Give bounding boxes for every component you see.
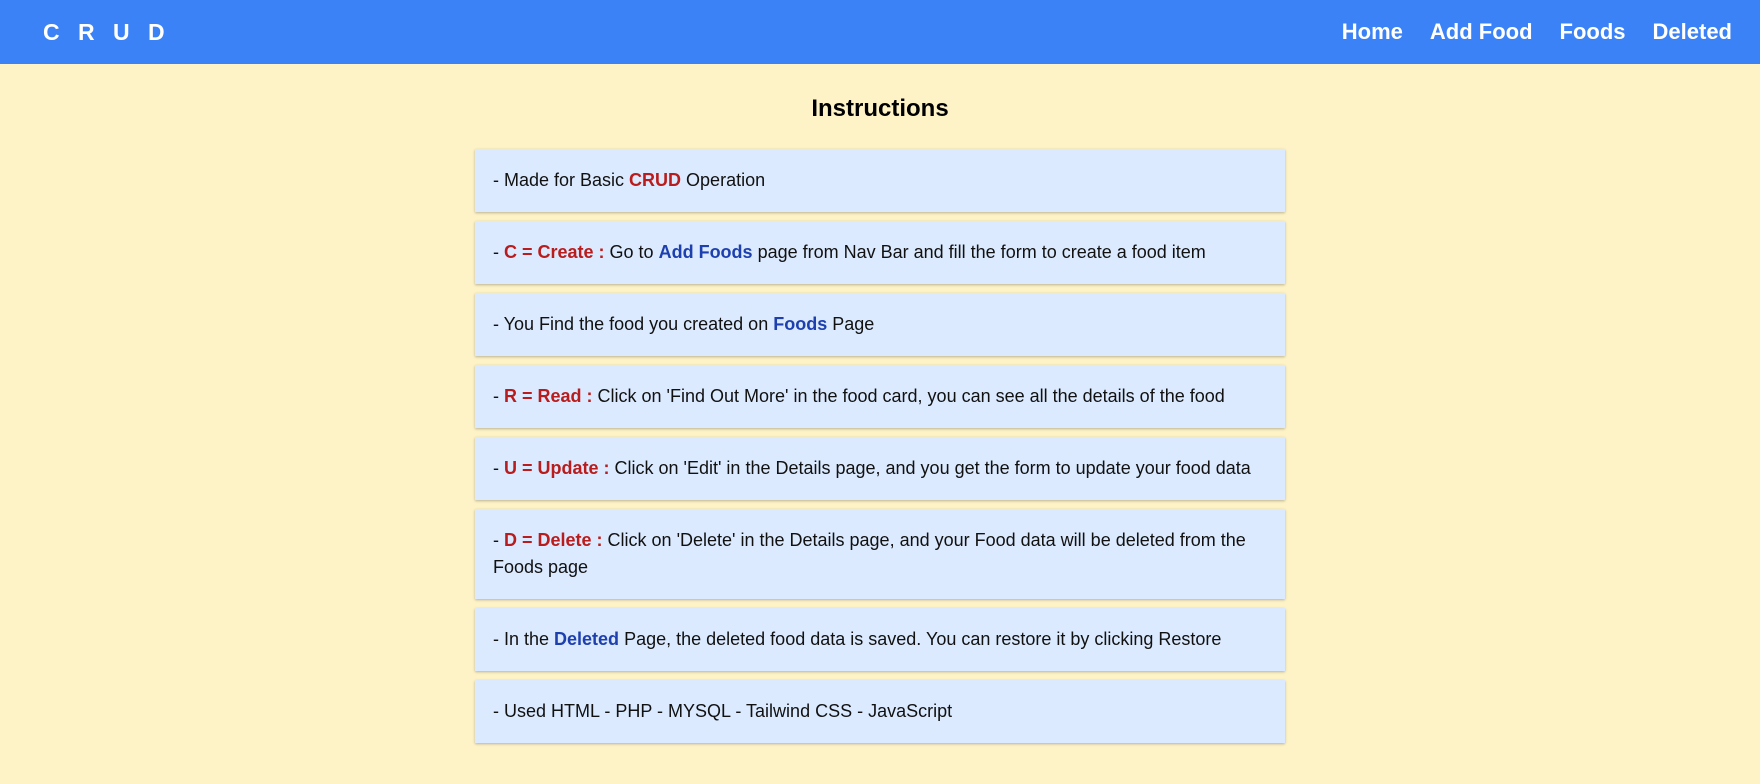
- nav-link-foods[interactable]: Foods: [1560, 19, 1626, 45]
- page-title: Instructions: [811, 95, 949, 122]
- highlight-blue: Deleted: [554, 629, 620, 649]
- instruction-text: -: [493, 530, 504, 550]
- instruction-text: -: [493, 386, 504, 406]
- instruction-item-find: - You Find the food you created on Foods…: [475, 293, 1285, 356]
- highlight-red: CRUD: [629, 170, 682, 190]
- brand-logo[interactable]: C R U D: [43, 19, 171, 46]
- instruction-text: Page: [827, 314, 875, 334]
- instruction-text: - Used HTML - PHP - MYSQL - Tailwind CSS…: [493, 701, 953, 721]
- instruction-text: Operation: [681, 170, 766, 190]
- highlight-blue: Foods: [773, 314, 828, 334]
- instruction-text: Click on 'Find Out More' in the food car…: [592, 386, 1225, 406]
- instruction-text: Page, the deleted food data is saved. Yo…: [619, 629, 1222, 649]
- instruction-text: Click on 'Delete' in the Details page, a…: [493, 530, 1246, 577]
- instruction-item-delete: - D = Delete : Click on 'Delete' in the …: [475, 509, 1285, 599]
- highlight-blue: Add Foods: [658, 242, 753, 262]
- nav-link-deleted[interactable]: Deleted: [1653, 19, 1732, 45]
- instruction-item-update: - U = Update : Click on 'Edit' in the De…: [475, 437, 1285, 500]
- instruction-item-tech-stack: - Used HTML - PHP - MYSQL - Tailwind CSS…: [475, 680, 1285, 743]
- instruction-item-crud: - Made for Basic CRUD Operation: [475, 149, 1285, 212]
- instruction-text: page from Nav Bar and fill the form to c…: [752, 242, 1206, 262]
- nav-link-add-food[interactable]: Add Food: [1430, 19, 1533, 45]
- instruction-text: -: [493, 458, 504, 478]
- main-content: Instructions - Made for Basic CRUD Opera…: [475, 64, 1285, 743]
- instruction-list: - Made for Basic CRUD Operation - C = Cr…: [475, 149, 1285, 743]
- instruction-item-deleted-page: - In the Deleted Page, the deleted food …: [475, 608, 1285, 671]
- nav-link-home[interactable]: Home: [1342, 19, 1403, 45]
- instruction-text: Go to: [604, 242, 659, 262]
- instruction-item-create: - C = Create : Go to Add Foods page from…: [475, 221, 1285, 284]
- instruction-text: -: [493, 242, 504, 262]
- instruction-text: - Made for Basic: [493, 170, 630, 190]
- highlight-red: C = Create :: [504, 242, 605, 262]
- highlight-red: U = Update :: [504, 458, 610, 478]
- nav-links: Home Add Food Foods Deleted: [1342, 19, 1732, 45]
- instruction-text: - In the: [493, 629, 555, 649]
- highlight-red: R = Read :: [504, 386, 593, 406]
- instruction-text: Click on 'Edit' in the Details page, and…: [609, 458, 1251, 478]
- instruction-item-read: - R = Read : Click on 'Find Out More' in…: [475, 365, 1285, 428]
- navbar: C R U D Home Add Food Foods Deleted: [0, 0, 1760, 64]
- highlight-red: D = Delete :: [504, 530, 603, 550]
- instruction-text: - You Find the food you created on: [493, 314, 774, 334]
